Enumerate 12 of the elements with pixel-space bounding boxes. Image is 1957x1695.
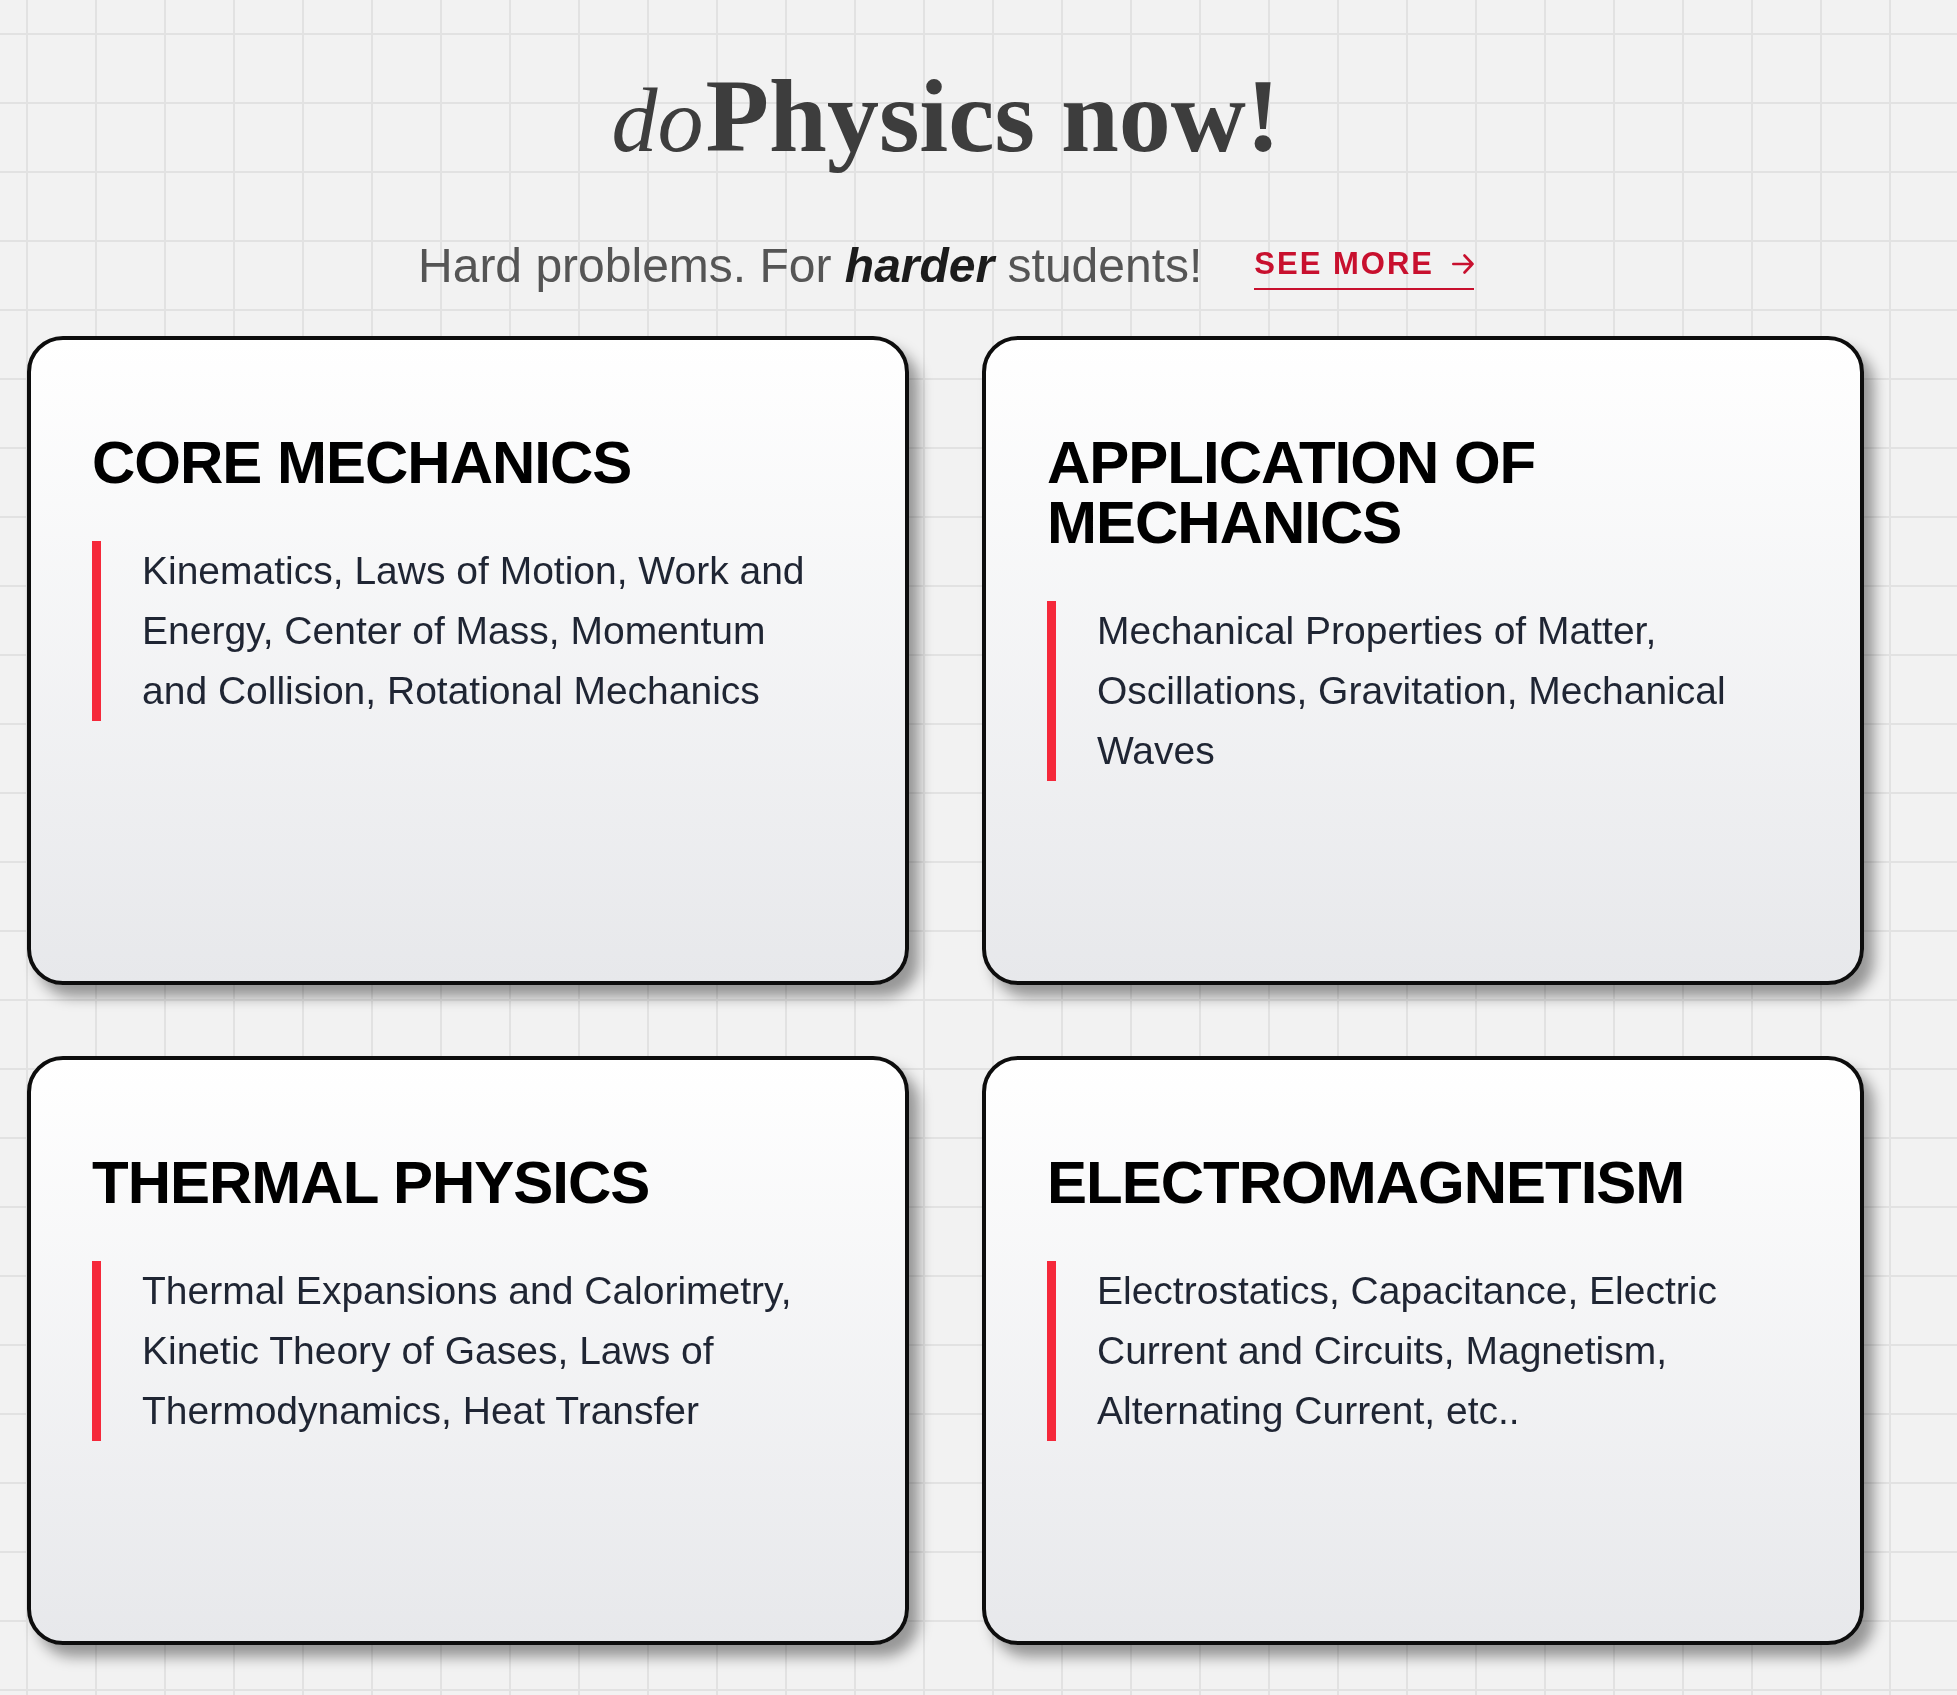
site-title: doPhysics now! bbox=[611, 57, 1281, 175]
card-title: APPLICATION OF MECHANICS bbox=[1047, 433, 1537, 553]
card-description: Kinematics, Laws of Motion, Work and Energy, Center of Mass, Momentum and Collision, Rotational Mechanics bbox=[92, 541, 832, 721]
card-description: Thermal Expansions and Calorimetry, Kinetic Theory of Gases, Laws of Thermodynamics, Heat Transfer bbox=[92, 1261, 832, 1441]
see-more-link[interactable]: SEE MORE bbox=[1254, 242, 1474, 290]
card-title: ELECTROMAGNETISM bbox=[1047, 1153, 1686, 1213]
card-description: Mechanical Properties of Matter, Oscillations, Gravitation, Mechanical Waves bbox=[1047, 601, 1787, 781]
tagline: Hard problems. For harder students! bbox=[418, 238, 1203, 294]
card-title: THERMAL PHYSICS bbox=[92, 1153, 651, 1213]
card-description: Electrostatics, Capacitance, Electric Current and Circuits, Magnetism, Alternating Current, etc.. bbox=[1047, 1261, 1787, 1441]
arrow-right-icon bbox=[1452, 254, 1474, 274]
card-title: CORE MECHANICS bbox=[92, 433, 633, 493]
